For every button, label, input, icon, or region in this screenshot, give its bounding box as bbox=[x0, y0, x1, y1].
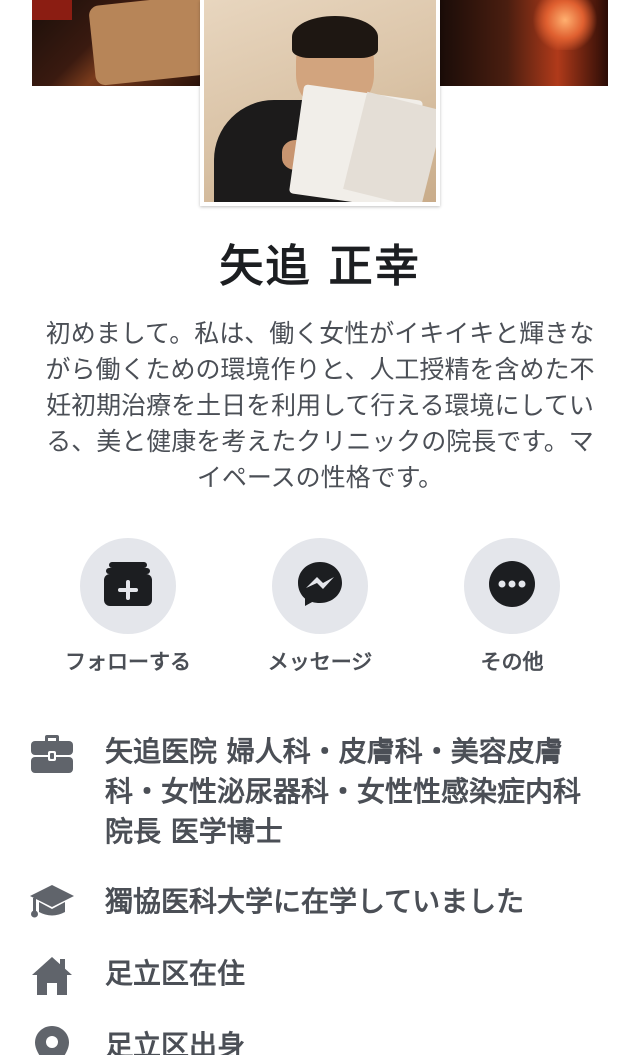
more-label: その他 bbox=[480, 650, 544, 674]
message-button[interactable]: メッセージ bbox=[230, 538, 410, 676]
avatar bbox=[204, 0, 436, 202]
profile-bio: 初めまして。私は、働く女性がイキイキと輝きながら働くための環境作りと、人工授精を… bbox=[45, 319, 595, 492]
follow-icon bbox=[103, 560, 153, 612]
current-city-item[interactable]: 足立区在住 bbox=[0, 954, 640, 1026]
work-item[interactable]: 矢追医院 婦人科・皮膚科・美容皮膚科・女性泌尿器科・女性性感染症内科 院長 医学… bbox=[0, 732, 640, 882]
work-text: 矢追医院 婦人科・皮膚科・美容皮膚科・女性泌尿器科・女性性感染症内科 院長 医学… bbox=[105, 735, 582, 848]
intro-list: 矢追医院 婦人科・皮膚科・美容皮膚科・女性泌尿器科・女性性感染症内科 院長 医学… bbox=[0, 732, 640, 1055]
hometown-item[interactable]: 足立区出身 bbox=[0, 1026, 640, 1055]
follow-button[interactable]: フォローする bbox=[38, 538, 218, 676]
home-icon bbox=[30, 954, 74, 998]
briefcase-icon bbox=[30, 732, 74, 776]
education-item[interactable]: 獨協医科大学に在学していました bbox=[0, 882, 640, 954]
more-button[interactable]: その他 bbox=[422, 538, 602, 676]
current-city-text: 足立区在住 bbox=[105, 957, 246, 990]
profile-page: 矢追 正幸 初めまして。私は、働く女性がイキイキと輝きながら働くための環境作りと… bbox=[0, 0, 640, 1055]
cover-photo-left[interactable] bbox=[32, 0, 200, 86]
messenger-icon bbox=[296, 560, 344, 612]
follow-label: フォローする bbox=[65, 650, 191, 674]
profile-picture[interactable] bbox=[200, 0, 440, 206]
action-buttons: フォローする メッセージ その他 bbox=[0, 538, 640, 678]
graduation-cap-icon bbox=[30, 882, 74, 926]
message-label: メッセージ bbox=[267, 650, 373, 674]
profile-name: 矢追 正幸 bbox=[219, 241, 421, 292]
more-icon bbox=[488, 560, 536, 612]
education-text: 獨協医科大学に在学していました bbox=[105, 885, 525, 918]
location-pin-icon bbox=[30, 1026, 74, 1055]
hometown-text: 足立区出身 bbox=[105, 1029, 246, 1055]
cover-photo-right[interactable] bbox=[440, 0, 608, 86]
